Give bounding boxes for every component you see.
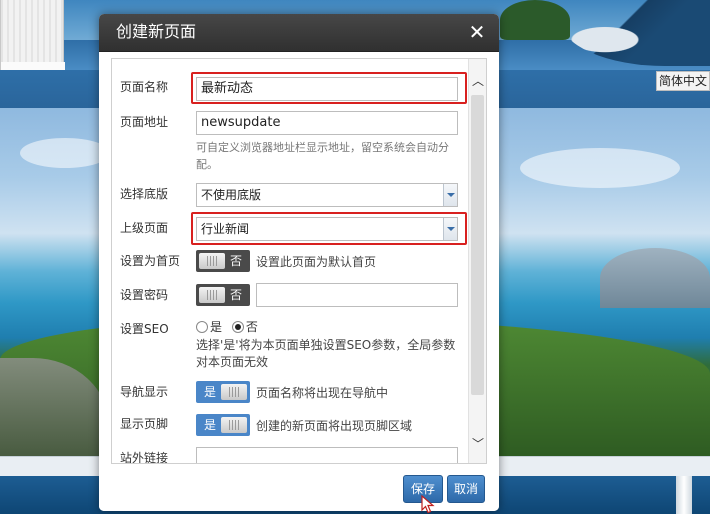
toggle-state-text: 是 [204,385,217,399]
tower-image [676,476,692,514]
language-button[interactable]: 简体中文 [656,71,710,91]
set-seo-label: 设置SEO [120,322,169,336]
toggle-knob [221,417,247,433]
nav-display-label: 导航显示 [120,385,169,399]
dialog-footer: 保存 取消 [99,470,499,511]
seo-no-label: 否 [245,320,258,334]
form-scrollbar[interactable]: ︿ ﹀ [468,59,486,463]
seo-radio-group: 是 否 [196,320,264,334]
scrollbar-thumb[interactable] [471,95,484,395]
page-name-highlight [191,72,467,104]
base-template-select[interactable]: 不使用底版 [196,183,458,207]
parent-page-highlight [191,212,467,245]
scroll-down-icon[interactable]: ﹀ [469,434,486,454]
seo-yes-label: 是 [210,320,223,334]
parent-page-label: 上级页面 [120,221,169,235]
footer-display-toggle[interactable]: 是 [196,414,250,436]
set-password-toggle[interactable]: 否 [196,284,250,306]
cloud [20,138,110,168]
footer-display-label: 显示页脚 [120,417,169,431]
set-homepage-label: 设置为首页 [120,254,181,268]
island-image [600,248,710,308]
cancel-button[interactable]: 取消 [447,475,485,503]
seo-yes-radio[interactable] [196,321,208,333]
page-address-input[interactable]: newsupdate [196,111,458,135]
toggle-knob [199,287,225,303]
dialog-form: 页面名称 最新动态 页面地址 newsupdate 可自定义浏览器地址栏显示地址… [111,58,487,464]
scroll-up-icon[interactable]: ︿ [469,71,486,91]
page-address-label: 页面地址 [120,115,169,129]
toggle-state-text: 是 [204,418,217,432]
toggle-state-text: 否 [230,288,243,302]
base-template-value: 不使用底版 [201,188,262,202]
close-icon[interactable]: ✕ [466,22,488,44]
create-page-dialog: 创建新页面 ✕ 页面名称 最新动态 页面地址 newsupdate 可自定义浏览… [99,14,499,511]
mouse-cursor-icon [421,495,435,514]
dialog-title: 创建新页面 [116,22,197,41]
set-homepage-toggle[interactable]: 否 [196,250,250,272]
seo-no-radio[interactable] [231,321,244,333]
set-homepage-description: 设置此页面为默认首页 [256,255,377,269]
external-link-label: 站外链接 [120,451,169,464]
password-input[interactable] [256,283,458,307]
set-password-label: 设置密码 [120,288,169,302]
page-address-hint: 可自定义浏览器地址栏显示地址，留空系统会自动分配。 [196,141,449,171]
cloud [520,148,680,188]
nav-display-description: 页面名称将出现在导航中 [256,386,389,400]
footer-display-description: 创建的新页面将出现页脚区域 [256,419,413,433]
toggle-knob [199,253,225,269]
page-name-label: 页面名称 [120,80,169,94]
base-template-label: 选择底版 [120,187,169,201]
toggle-state-text: 否 [230,254,243,268]
set-seo-hint: 选择'是'将为本页面单独设置SEO参数，全局参数对本页面无效 [196,338,456,369]
toggle-knob [221,384,247,400]
dialog-header: 创建新页面 ✕ [99,14,499,52]
external-link-input[interactable] [196,447,458,463]
panel-texture [1,0,65,62]
chevron-down-icon[interactable] [443,184,457,206]
nav-display-toggle[interactable]: 是 [196,381,250,403]
